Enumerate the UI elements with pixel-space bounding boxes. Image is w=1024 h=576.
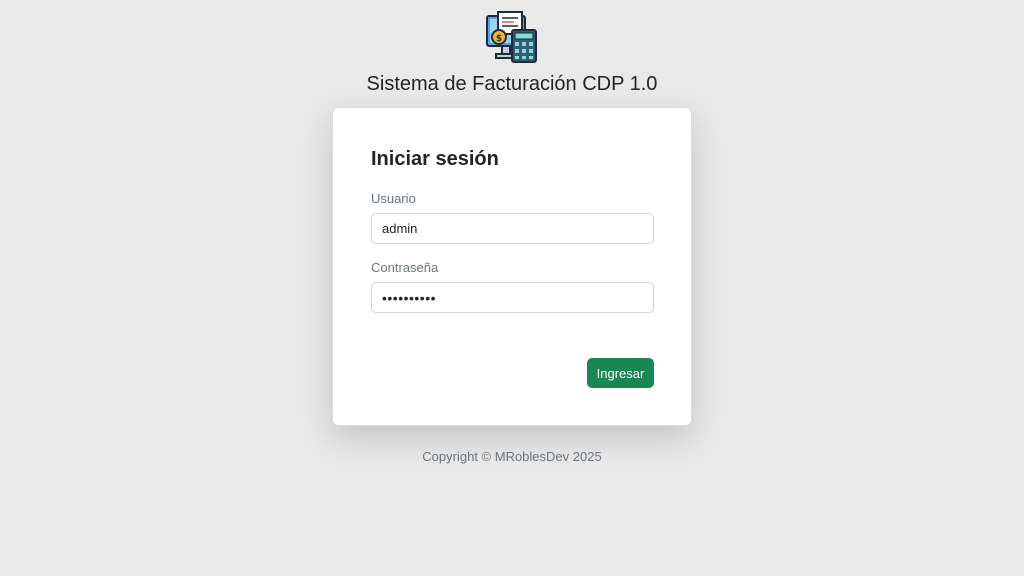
- svg-text:$: $: [496, 34, 502, 44]
- login-heading: Iniciar sesión: [371, 148, 499, 170]
- login-button[interactable]: Ingresar: [587, 358, 654, 388]
- username-label: Usuario: [371, 191, 416, 206]
- invoice-calculator-icon: $: [484, 10, 540, 66]
- login-card: Iniciar sesión Usuario Contraseña Ingres…: [332, 107, 692, 426]
- app-title: Sistema de Facturación CDP 1.0: [366, 73, 658, 95]
- copyright-text: Copyright © MRoblesDev 2025: [422, 449, 602, 464]
- username-input[interactable]: [371, 213, 654, 244]
- password-label: Contraseña: [371, 260, 439, 275]
- password-input[interactable]: [371, 282, 654, 313]
